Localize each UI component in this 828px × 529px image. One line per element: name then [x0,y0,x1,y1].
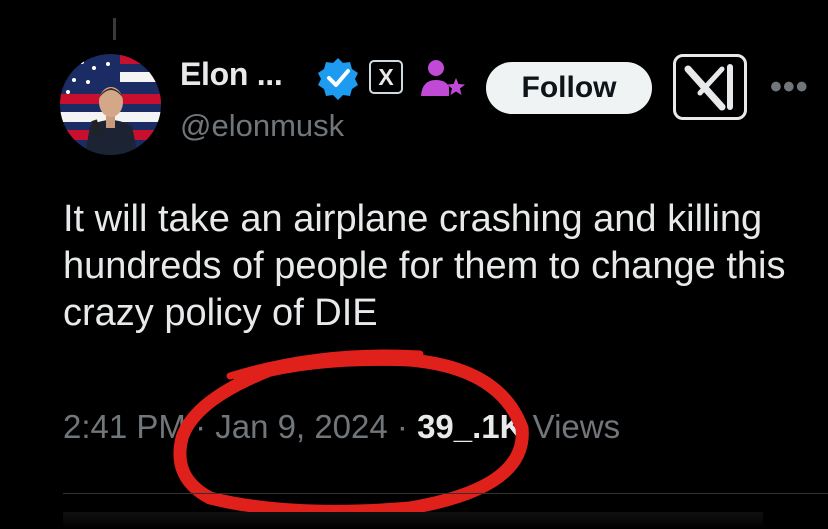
tweet-time[interactable]: 2:41 PM [63,408,186,445]
tweet-text: It will take an airplane crashing and ki… [63,198,786,334]
avatar[interactable] [60,54,161,155]
next-row-fade [63,512,763,529]
meta-separator: · [396,408,408,445]
grok-button[interactable] [673,54,747,120]
divider [63,493,828,494]
affiliate-user-icon [421,60,465,96]
x-logo-icon: X [378,63,394,90]
author-handle[interactable]: @elonmusk [180,108,344,144]
scroll-indicator [113,18,116,40]
tweet-date[interactable]: Jan 9, 2024 [215,408,387,445]
more-options-icon[interactable]: ••• [770,68,809,107]
author-display-name[interactable]: Elon ... [180,56,283,93]
follow-button[interactable]: Follow [486,62,652,114]
views-label: Views [532,408,621,445]
tweet-metadata: 2:41 PM · Jan 9, 2024 · 39_.1K Views [63,408,620,446]
verified-check-icon [318,58,358,100]
grok-logo-icon [684,64,733,111]
meta-separator: · [195,408,207,445]
x-affiliate-badge[interactable]: X [369,60,403,94]
views-count[interactable]: 39_.1K [417,408,523,445]
